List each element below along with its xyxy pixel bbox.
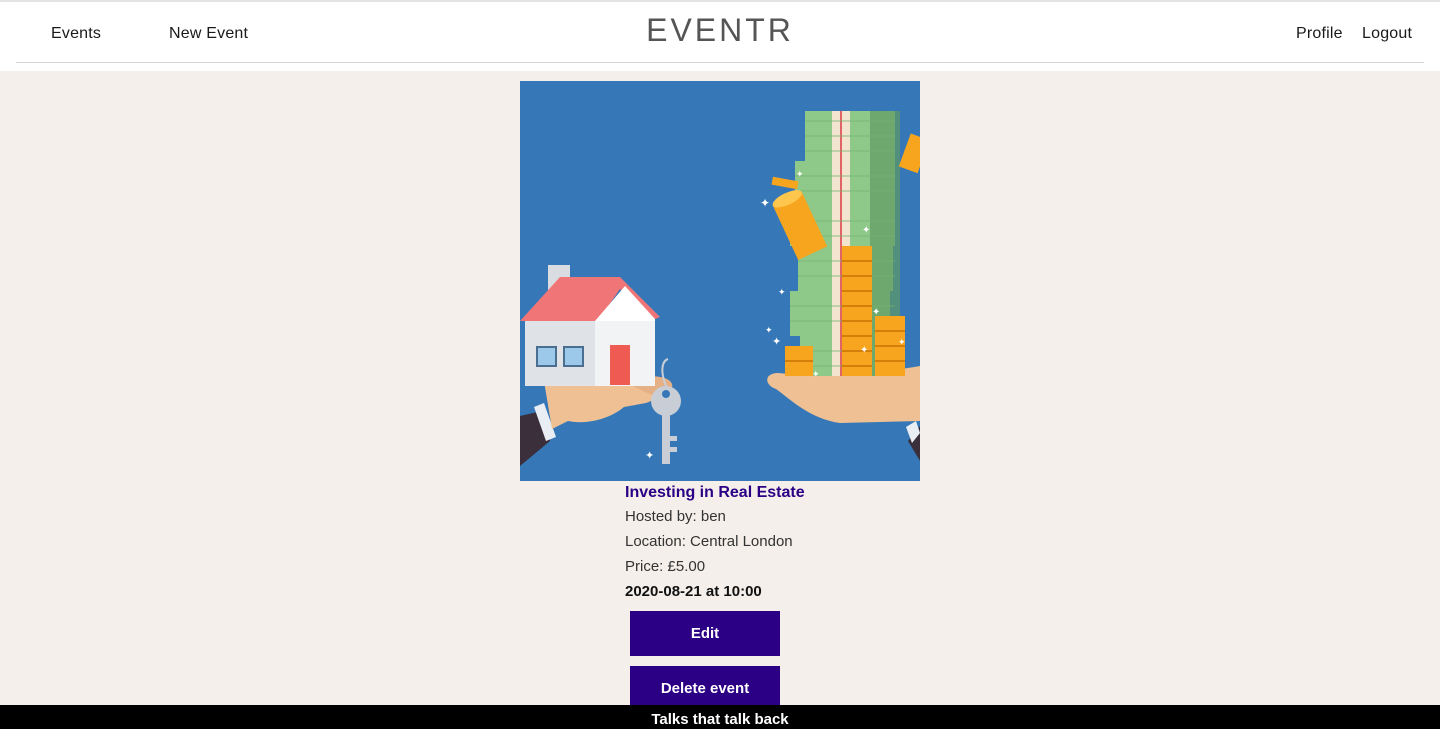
event-details: Investing in Real Estate Hosted by: ben …	[625, 481, 945, 604]
svg-text:✦: ✦	[760, 196, 770, 210]
svg-text:✦: ✦	[645, 449, 654, 462]
event-location: Location: Central London	[625, 533, 793, 550]
footer: Talks that talk back	[0, 705, 1440, 729]
edit-button[interactable]: Edit	[630, 611, 780, 656]
top-navbar: Events New Event EVENTR Profile Logout	[0, 0, 1440, 71]
svg-text:✦: ✦	[778, 288, 786, 298]
nav-logout-link[interactable]: Logout	[1362, 25, 1412, 43]
svg-text:✦: ✦	[772, 335, 781, 348]
svg-text:✦: ✦	[862, 225, 870, 236]
house-key-money-illustration: ✦ ✦ ✦ ✦ ✦ ✦ ✦ ✦ ✦ ✦ ✦	[520, 81, 920, 481]
footer-tagline: Talks that talk back	[651, 711, 789, 728]
event-datetime: 2020-08-21 at 10:00	[625, 583, 762, 600]
header-divider	[16, 62, 1424, 63]
nav-profile-link[interactable]: Profile	[1296, 25, 1343, 43]
svg-text:✦: ✦	[860, 345, 868, 356]
event-host: Hosted by: ben	[625, 508, 726, 525]
svg-text:✦: ✦	[898, 338, 906, 348]
eventr-logo[interactable]: EVENTR	[0, 12, 1440, 49]
event-price: Price: £5.00	[625, 558, 706, 575]
page: Events New Event EVENTR Profile Logout ✦…	[0, 0, 1440, 729]
svg-text:✦: ✦	[796, 170, 804, 180]
event-title: Investing in Real Estate	[625, 484, 805, 501]
svg-text:✦: ✦	[812, 370, 820, 380]
svg-text:✦: ✦	[872, 307, 880, 318]
event-image: ✦ ✦ ✦ ✦ ✦ ✦ ✦ ✦ ✦ ✦ ✦	[520, 81, 920, 481]
